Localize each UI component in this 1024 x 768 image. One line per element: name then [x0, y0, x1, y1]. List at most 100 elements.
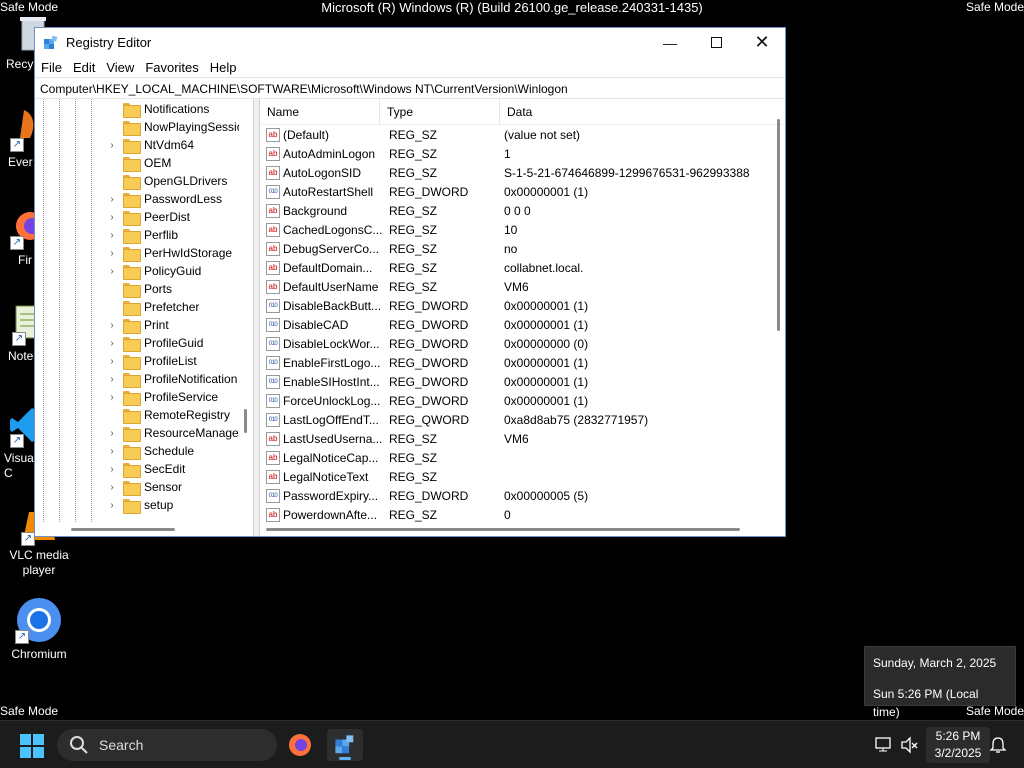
tree-node[interactable]: › Perflib: [105, 226, 178, 244]
tree-node[interactable]: OpenGLDrivers: [105, 172, 227, 190]
chevron-right-icon[interactable]: ›: [105, 248, 119, 259]
shortcut-arrow-icon: ↗: [12, 332, 26, 346]
chevron-right-icon[interactable]: ›: [105, 266, 119, 277]
tree-node[interactable]: › ProfileGuid: [105, 334, 203, 352]
registry-value-row[interactable]: 010 EnableFirstLogo... REG_DWORD 0x00000001…: [260, 353, 588, 372]
tree-node[interactable]: › Print: [105, 316, 169, 334]
registry-value-row[interactable]: 010 ForceUnlockLog... REG_DWORD 0x00000001 …: [260, 391, 588, 410]
registry-value-row[interactable]: ab LegalNoticeCap... REG_SZ: [260, 448, 504, 467]
scroll-thumb[interactable]: [777, 119, 780, 331]
registry-value-row[interactable]: 010 AutoRestartShell REG_DWORD 0x00000001 (…: [260, 182, 588, 201]
values-pane[interactable]: Name Type Data ab (Default) REG_SZ (value n…: [260, 99, 785, 536]
tree-horizontal-scrollbar[interactable]: [35, 522, 253, 536]
tree-node[interactable]: Notifications: [105, 100, 209, 118]
chevron-right-icon[interactable]: ›: [105, 374, 119, 385]
menu-help[interactable]: Help: [207, 60, 245, 75]
values-vertical-scrollbar[interactable]: [771, 99, 785, 522]
registry-value-row[interactable]: ab LastUsedUserna... REG_SZ VM6: [260, 429, 529, 448]
registry-value-row[interactable]: ab (Default) REG_SZ (value not set): [260, 125, 580, 144]
close-button[interactable]: ✕: [739, 28, 785, 57]
tree-node[interactable]: › Sensor: [105, 478, 182, 496]
tree-node[interactable]: › SecEdit: [105, 460, 185, 478]
taskbar-registry-editor[interactable]: [327, 729, 363, 761]
minimize-button[interactable]: —: [647, 28, 693, 57]
volume-muted-icon[interactable]: [900, 735, 920, 755]
desktop-icon-vscode[interactable]: ↗ Visua C: [0, 404, 40, 481]
notification-bell-icon[interactable]: [988, 735, 1008, 755]
registry-value-row[interactable]: ab Background REG_SZ 0 0 0: [260, 201, 531, 220]
registry-value-row[interactable]: ab AutoLogonSID REG_SZ S-1-5-21-674646899-1…: [260, 163, 750, 182]
chevron-right-icon[interactable]: ›: [105, 500, 119, 511]
chevron-right-icon[interactable]: ›: [105, 464, 119, 475]
scroll-thumb[interactable]: [71, 528, 175, 531]
menu-edit[interactable]: Edit: [70, 60, 103, 75]
tree-node[interactable]: › Schedule: [105, 442, 194, 460]
scroll-thumb[interactable]: [244, 409, 247, 433]
chevron-right-icon[interactable]: ›: [105, 392, 119, 403]
desktop-icon-chromium[interactable]: ↗ Chromium: [0, 596, 79, 662]
tree-node[interactable]: › NtVdm64: [105, 136, 194, 154]
tree-node[interactable]: › ResourceManage: [105, 424, 239, 442]
chevron-right-icon[interactable]: ›: [105, 428, 119, 439]
tree-node[interactable]: › PasswordLess: [105, 190, 222, 208]
registry-value-row[interactable]: ab DebugServerCo... REG_SZ no: [260, 239, 517, 258]
chevron-right-icon[interactable]: ›: [105, 212, 119, 223]
registry-value-row[interactable]: ab DefaultUserName REG_SZ VM6: [260, 277, 529, 296]
registry-editor-window[interactable]: Registry Editor — ✕ File Edit View Favor…: [34, 27, 786, 537]
chevron-right-icon[interactable]: ›: [105, 356, 119, 367]
key-tree-pane[interactable]: Notifications NowPlayingSessio › NtVdm64 OEM…: [35, 99, 254, 536]
registry-value-row[interactable]: ab LegalNoticeText REG_SZ: [260, 467, 504, 486]
maximize-button[interactable]: [693, 28, 739, 57]
values-horizontal-scrollbar[interactable]: [260, 522, 771, 536]
tree-node[interactable]: › PeerDist: [105, 208, 190, 226]
menu-favorites[interactable]: Favorites: [142, 60, 206, 75]
tree-node[interactable]: › PerHwIdStorage: [105, 244, 232, 262]
menu-view[interactable]: View: [103, 60, 142, 75]
scroll-thumb[interactable]: [266, 528, 740, 531]
chevron-right-icon[interactable]: ›: [105, 482, 119, 493]
chevron-right-icon[interactable]: ›: [105, 140, 119, 151]
tree-node[interactable]: › ProfileService: [105, 388, 218, 406]
registry-value-row[interactable]: 010 PasswordExpiry... REG_DWORD 0x00000005 …: [260, 486, 588, 505]
tree-vertical-scrollbar[interactable]: [239, 99, 253, 522]
chevron-right-icon[interactable]: ›: [105, 320, 119, 331]
tree-node[interactable]: › ProfileNotification: [105, 370, 237, 388]
tree-node[interactable]: RemoteRegistry: [105, 406, 230, 424]
menu-file[interactable]: File: [38, 60, 70, 75]
chevron-right-icon[interactable]: ›: [105, 230, 119, 241]
title-bar[interactable]: Registry Editor — ✕: [35, 28, 785, 57]
tree-node[interactable]: OEM: [105, 154, 171, 172]
registry-value-row[interactable]: ab DefaultDomain... REG_SZ collabnet.local.: [260, 258, 583, 277]
tree-node[interactable]: Prefetcher: [105, 298, 199, 316]
column-header-type[interactable]: Type: [380, 99, 500, 125]
chevron-right-icon[interactable]: ›: [105, 446, 119, 457]
address-bar[interactable]: Computer\HKEY_LOCAL_MACHINE\SOFTWARE\Mic…: [35, 77, 785, 99]
tree-node[interactable]: › PolicyGuid: [105, 262, 201, 280]
string-value-icon: ab: [266, 203, 280, 218]
taskbar-search-box[interactable]: Search: [57, 729, 277, 761]
registry-value-row[interactable]: 010 DisableBackButt... REG_DWORD 0x00000001…: [260, 296, 588, 315]
network-icon[interactable]: [874, 735, 894, 755]
desktop-icon-ever[interactable]: ↗ Ever: [0, 108, 38, 170]
tree-node[interactable]: › ProfileList: [105, 352, 197, 370]
tree-node[interactable]: NowPlayingSessio: [105, 118, 243, 136]
desktop-icon-firefox[interactable]: ↗ Fir: [0, 206, 44, 268]
column-header-name[interactable]: Name: [260, 99, 380, 125]
registry-value-row[interactable]: 010 LastLogOffEndT... REG_QWORD 0xa8d8ab75 …: [260, 410, 648, 429]
tree-node[interactable]: › setup: [105, 496, 173, 514]
registry-value-row[interactable]: ab AutoAdminLogon REG_SZ 1: [260, 144, 511, 163]
chevron-right-icon[interactable]: ›: [105, 338, 119, 349]
registry-value-row[interactable]: 010 DisableLockWor... REG_DWORD 0x00000000 …: [260, 334, 588, 353]
taskbar-firefox[interactable]: [282, 729, 318, 761]
desktop-icon-notepad[interactable]: ↗ Note: [0, 302, 39, 364]
registry-value-row[interactable]: 010 DisableCAD REG_DWORD 0x00000001 (1): [260, 315, 588, 334]
desktop-icon-recycle-bin[interactable]: Recy: [0, 14, 46, 72]
tree-node[interactable]: Ports: [105, 280, 172, 298]
shortcut-arrow-icon: ↗: [10, 236, 24, 250]
registry-value-row[interactable]: 010 EnableSIHostInt... REG_DWORD 0x00000001…: [260, 372, 588, 391]
chevron-right-icon[interactable]: ›: [105, 194, 119, 205]
column-header-data[interactable]: Data: [500, 99, 776, 125]
start-button[interactable]: [20, 734, 44, 758]
taskbar-clock[interactable]: 5:26 PM 3/2/2025: [926, 727, 990, 763]
registry-value-row[interactable]: ab CachedLogonsC... REG_SZ 10: [260, 220, 517, 239]
